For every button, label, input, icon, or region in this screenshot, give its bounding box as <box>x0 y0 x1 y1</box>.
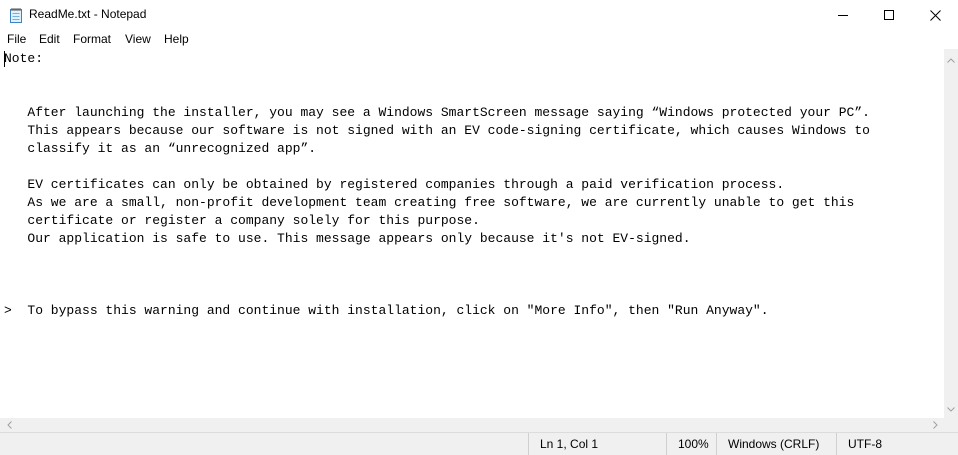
menu-help[interactable]: Help <box>164 32 189 46</box>
vertical-scrollbar[interactable] <box>944 49 958 418</box>
menu-bar: File Edit Format View Help <box>0 30 958 49</box>
menu-format[interactable]: Format <box>73 32 111 46</box>
title-bar[interactable]: ReadMe.txt - Notepad <box>0 0 958 30</box>
window-title: ReadMe.txt - Notepad <box>29 7 147 21</box>
close-icon <box>929 9 941 21</box>
menu-file[interactable]: File <box>7 32 26 46</box>
status-position: Ln 1, Col 1 <box>528 433 598 455</box>
horizontal-scrollbar[interactable] <box>0 418 944 432</box>
menu-edit[interactable]: Edit <box>39 32 60 46</box>
notepad-icon <box>9 7 23 23</box>
scroll-left-button[interactable] <box>2 418 16 432</box>
status-encoding: UTF-8 <box>836 433 882 455</box>
status-zoom: 100% <box>666 433 709 455</box>
maximize-button[interactable] <box>866 0 912 30</box>
scrollbar-corner <box>944 418 958 432</box>
chevron-down-icon <box>947 399 955 417</box>
minimize-button[interactable] <box>820 0 866 30</box>
close-button[interactable] <box>912 0 958 30</box>
scroll-up-button[interactable] <box>944 52 958 66</box>
maximize-icon <box>884 10 894 20</box>
status-line-ending: Windows (CRLF) <box>716 433 819 455</box>
text-editor[interactable]: Note: After launching the installer, you… <box>0 49 944 418</box>
status-bar: Ln 1, Col 1 100% Windows (CRLF) UTF-8 <box>0 432 958 455</box>
document-text: Note: After launching the installer, you… <box>4 51 870 318</box>
chevron-up-icon <box>947 50 955 68</box>
minimize-icon <box>838 10 848 20</box>
scroll-right-button[interactable] <box>928 418 942 432</box>
scroll-down-button[interactable] <box>944 401 958 415</box>
menu-view[interactable]: View <box>125 32 151 46</box>
